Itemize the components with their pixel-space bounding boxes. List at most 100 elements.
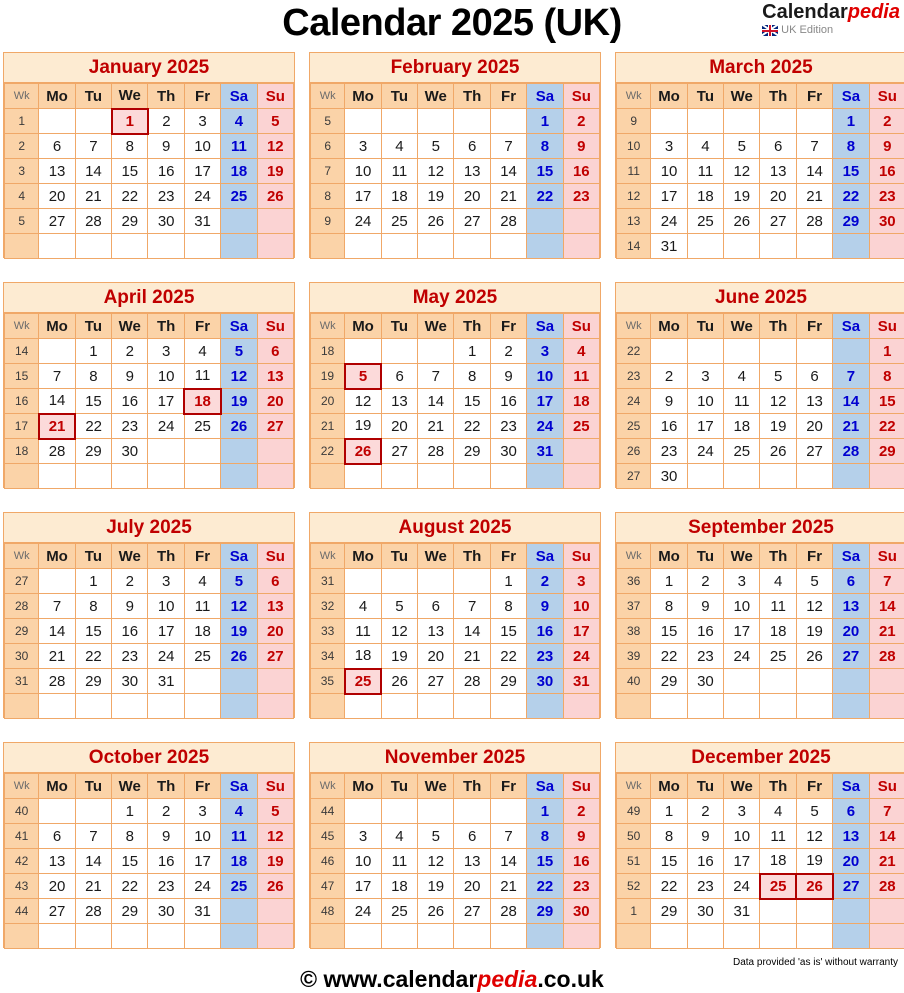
day-cell[interactable]: 24 — [687, 439, 723, 464]
day-cell[interactable]: 22 — [527, 184, 563, 209]
day-cell[interactable]: 13 — [381, 389, 417, 414]
day-cell[interactable]: 3 — [148, 339, 184, 364]
day-cell[interactable]: 16 — [687, 849, 723, 874]
day-cell[interactable]: 1 — [651, 569, 687, 594]
day-cell[interactable]: 11 — [381, 159, 417, 184]
day-cell[interactable]: 22 — [454, 414, 490, 439]
day-cell[interactable]: 17 — [687, 414, 723, 439]
day-cell[interactable]: 29 — [527, 899, 563, 924]
day-cell[interactable]: 19 — [724, 184, 760, 209]
day-cell[interactable]: 25 — [184, 414, 220, 439]
day-cell[interactable]: 3 — [687, 364, 723, 389]
day-cell[interactable]: 14 — [75, 849, 111, 874]
day-cell[interactable]: 21 — [869, 849, 904, 874]
day-cell[interactable]: 16 — [490, 389, 526, 414]
day-cell[interactable]: 22 — [112, 184, 148, 209]
day-cell[interactable]: 20 — [833, 619, 869, 644]
day-cell[interactable]: 5 — [418, 134, 454, 159]
day-cell[interactable]: 18 — [760, 619, 796, 644]
day-cell[interactable]: 22 — [75, 414, 111, 439]
day-cell[interactable]: 20 — [454, 184, 490, 209]
day-cell[interactable]: 24 — [345, 209, 381, 234]
day-cell[interactable]: 14 — [869, 594, 904, 619]
day-cell[interactable]: 21 — [454, 644, 490, 669]
day-cell[interactable]: 29 — [112, 209, 148, 234]
day-cell[interactable]: 15 — [75, 619, 111, 644]
day-cell[interactable]: 10 — [148, 594, 184, 619]
day-cell[interactable]: 4 — [760, 569, 796, 594]
day-cell[interactable]: 4 — [381, 824, 417, 849]
day-cell[interactable]: 20 — [833, 849, 869, 874]
day-cell[interactable]: 18 — [221, 849, 257, 874]
day-cell[interactable]: 14 — [796, 159, 832, 184]
day-cell[interactable]: 22 — [75, 644, 111, 669]
day-cell[interactable]: 2 — [490, 339, 526, 364]
day-cell[interactable]: 7 — [833, 364, 869, 389]
day-cell[interactable]: 28 — [833, 439, 869, 464]
day-cell[interactable]: 16 — [527, 619, 563, 644]
day-cell[interactable]: 21 — [75, 184, 111, 209]
day-cell[interactable]: 31 — [563, 669, 599, 694]
day-cell[interactable]: 20 — [39, 184, 75, 209]
day-cell[interactable]: 18 — [724, 414, 760, 439]
day-cell[interactable]: 27 — [796, 439, 832, 464]
day-cell[interactable]: 22 — [833, 184, 869, 209]
day-cell[interactable]: 1 — [75, 569, 111, 594]
day-cell[interactable]: 7 — [39, 364, 75, 389]
day-cell[interactable]: 24 — [345, 899, 381, 924]
day-cell-holiday[interactable]: 25 — [760, 874, 796, 899]
day-cell[interactable]: 20 — [760, 184, 796, 209]
day-cell[interactable]: 18 — [184, 619, 220, 644]
day-cell[interactable]: 9 — [112, 594, 148, 619]
day-cell[interactable]: 23 — [563, 874, 599, 899]
day-cell[interactable]: 17 — [724, 619, 760, 644]
day-cell[interactable]: 21 — [833, 414, 869, 439]
day-cell[interactable]: 10 — [724, 594, 760, 619]
day-cell[interactable]: 28 — [75, 899, 111, 924]
day-cell[interactable]: 12 — [418, 159, 454, 184]
day-cell[interactable]: 20 — [796, 414, 832, 439]
day-cell[interactable]: 7 — [869, 799, 904, 824]
day-cell[interactable]: 1 — [651, 799, 687, 824]
day-cell[interactable]: 24 — [724, 874, 760, 899]
day-cell[interactable]: 27 — [39, 899, 75, 924]
day-cell[interactable]: 22 — [869, 414, 904, 439]
day-cell[interactable]: 20 — [39, 874, 75, 899]
day-cell[interactable]: 22 — [527, 874, 563, 899]
day-cell[interactable]: 7 — [418, 364, 454, 389]
day-cell[interactable]: 17 — [148, 389, 184, 414]
day-cell[interactable]: 11 — [381, 849, 417, 874]
day-cell[interactable]: 2 — [563, 799, 599, 824]
day-cell[interactable]: 14 — [490, 159, 526, 184]
day-cell[interactable]: 14 — [490, 849, 526, 874]
day-cell[interactable]: 9 — [148, 824, 184, 849]
day-cell[interactable]: 17 — [563, 619, 599, 644]
day-cell[interactable]: 12 — [221, 364, 257, 389]
day-cell-holiday[interactable]: 26 — [345, 439, 381, 464]
day-cell[interactable]: 17 — [527, 389, 563, 414]
day-cell[interactable]: 27 — [418, 669, 454, 694]
day-cell[interactable]: 13 — [418, 619, 454, 644]
day-cell[interactable]: 5 — [381, 594, 417, 619]
day-cell[interactable]: 28 — [75, 209, 111, 234]
day-cell[interactable]: 11 — [760, 594, 796, 619]
day-cell[interactable]: 22 — [112, 874, 148, 899]
day-cell[interactable]: 18 — [381, 184, 417, 209]
day-cell[interactable]: 7 — [796, 134, 832, 159]
day-cell[interactable]: 30 — [563, 899, 599, 924]
day-cell[interactable]: 3 — [724, 569, 760, 594]
day-cell[interactable]: 17 — [148, 619, 184, 644]
day-cell[interactable]: 23 — [527, 644, 563, 669]
day-cell[interactable]: 26 — [724, 209, 760, 234]
day-cell[interactable]: 26 — [221, 644, 257, 669]
day-cell[interactable]: 24 — [651, 209, 687, 234]
day-cell[interactable]: 1 — [454, 339, 490, 364]
day-cell[interactable]: 12 — [257, 824, 293, 849]
day-cell[interactable]: 17 — [345, 874, 381, 899]
day-cell[interactable]: 15 — [651, 619, 687, 644]
day-cell-holiday[interactable]: 18 — [184, 389, 220, 414]
day-cell[interactable]: 12 — [418, 849, 454, 874]
day-cell[interactable]: 8 — [527, 134, 563, 159]
day-cell[interactable]: 12 — [724, 159, 760, 184]
day-cell[interactable]: 29 — [112, 899, 148, 924]
